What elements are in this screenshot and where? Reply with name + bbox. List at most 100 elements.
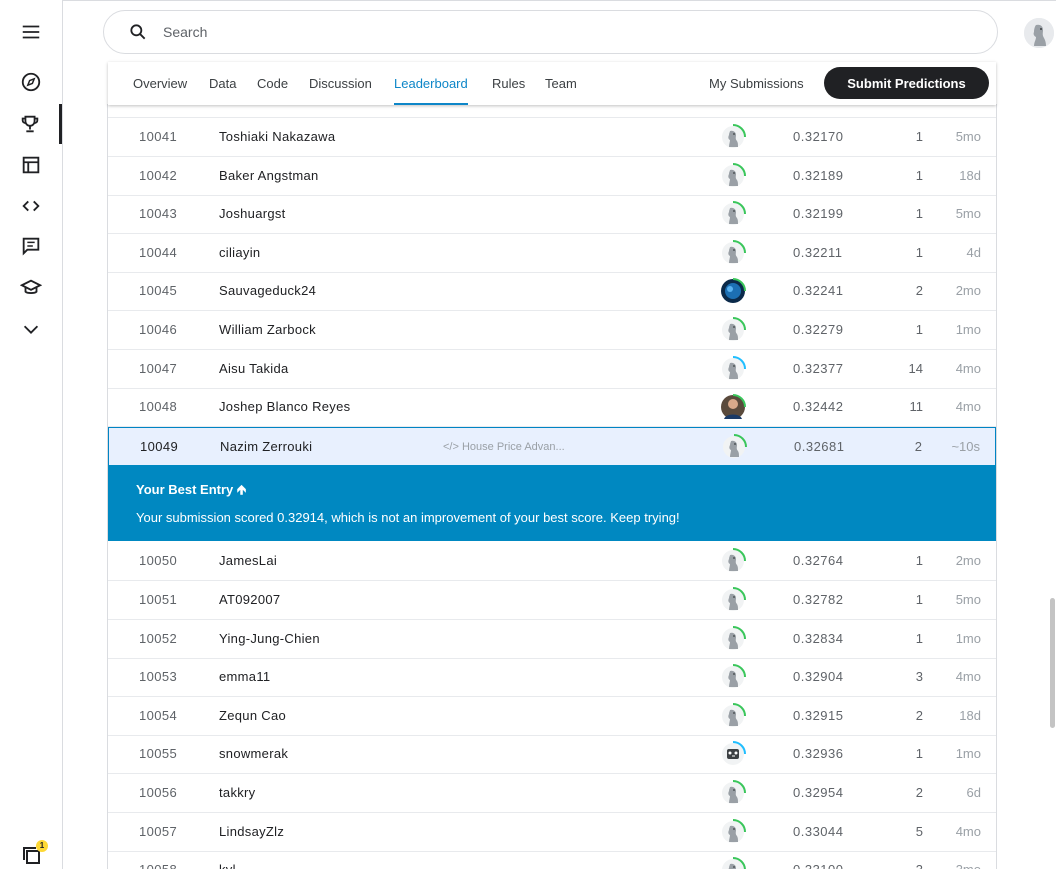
- chevron-down-icon[interactable]: [0, 309, 62, 349]
- table-row[interactable]: 10053 emma11 0.32904 3 4mo: [108, 658, 996, 698]
- best-entry-title-text: Your Best Entry: [136, 482, 234, 498]
- trophy-icon[interactable]: [0, 104, 62, 144]
- comment-icon[interactable]: [0, 226, 62, 266]
- table-row[interactable]: 10045 Sauvageduck24 0.32241 2 2mo: [108, 272, 996, 312]
- team-name[interactable]: William Zarbock: [219, 311, 316, 349]
- team-name[interactable]: Toshiaki Nakazawa: [219, 118, 335, 156]
- table-row[interactable]: 10046 William Zarbock 0.32279 1 1mo: [108, 311, 996, 350]
- team-member-avatar[interactable]: [719, 740, 747, 768]
- tab-code[interactable]: Code: [257, 62, 288, 105]
- team-last-submission: 4mo: [955, 823, 981, 839]
- team-name[interactable]: ciliayin: [219, 234, 260, 272]
- tab-data[interactable]: Data: [209, 62, 236, 105]
- team-member-avatar[interactable]: [719, 123, 747, 151]
- team-name[interactable]: Sauvageduck24: [219, 272, 316, 310]
- team-name[interactable]: LindsayZlz: [219, 813, 284, 851]
- team-member-avatar[interactable]: [719, 277, 747, 305]
- team-name[interactable]: kyl: [219, 851, 236, 869]
- team-name[interactable]: emma11: [219, 658, 270, 696]
- team-name[interactable]: JamesLai: [219, 542, 277, 580]
- team-member-avatar[interactable]: [719, 586, 747, 614]
- team-member-avatar[interactable]: [719, 316, 747, 344]
- table-row[interactable]: 10055 snowmerak 0.32936 1 1mo: [108, 735, 996, 775]
- team-entries: 1: [915, 630, 923, 646]
- table-row[interactable]: 10048 Joshep Blanco Reyes 0.32442 11 4mo: [108, 388, 996, 428]
- search-bar[interactable]: [103, 10, 998, 54]
- tab-overview[interactable]: Overview: [133, 62, 187, 105]
- team-rank: 10042: [139, 167, 178, 183]
- team-rank: 10058: [139, 851, 177, 869]
- team-member-avatar[interactable]: [719, 779, 747, 807]
- team-member-avatar[interactable]: [719, 818, 747, 846]
- notifications-icon[interactable]: 1: [20, 840, 48, 868]
- table-row[interactable]: 10041 Toshiaki Nakazawa 0.32170 1 5mo: [108, 118, 996, 157]
- table-row[interactable]: 10050 JamesLai 0.32764 1 2mo: [108, 542, 996, 582]
- notification-badge: 1: [36, 840, 48, 852]
- team-name[interactable]: Ying-Jung-Chien: [219, 620, 320, 658]
- team-name[interactable]: Joshuargst: [219, 195, 286, 233]
- table-row[interactable]: 10042 Baker Angstman 0.32189 1 18d: [108, 157, 996, 196]
- team-entries: 11: [909, 399, 924, 415]
- my-submissions-link[interactable]: My Submissions: [709, 62, 804, 105]
- table-row[interactable]: 10044 ciliayin 0.32211 1 4d: [108, 234, 996, 273]
- team-member-avatar[interactable]: [719, 625, 747, 653]
- team-name[interactable]: Nazim Zerrouki: [220, 428, 312, 466]
- team-score: 0.32904: [793, 669, 844, 685]
- table-row[interactable]: 10051 AT092007 0.32782 1 5mo: [108, 581, 996, 620]
- tab-team[interactable]: Team: [545, 62, 577, 105]
- school-icon[interactable]: [0, 268, 62, 308]
- table-row[interactable]: 10054 Zequn Cao 0.32915 2 18d: [108, 697, 996, 736]
- scrollbar-thumb[interactable]: [1050, 598, 1055, 728]
- kernel-link[interactable]: </> House Price Advan...: [443, 428, 565, 466]
- competition-tab-bar: Overview Data Code Discussion Leaderboar…: [108, 62, 996, 105]
- table-row[interactable]: 10057 LindsayZlz 0.33044 5 4mo: [108, 813, 996, 852]
- tab-leaderboard[interactable]: Leaderboard: [394, 62, 468, 105]
- team-rank: 10041: [139, 129, 178, 144]
- code-icon[interactable]: [0, 186, 62, 226]
- team-name[interactable]: Zequn Cao: [219, 697, 286, 735]
- team-score: 0.32377: [793, 360, 844, 376]
- submit-predictions-button[interactable]: Submit Predictions: [824, 67, 989, 99]
- team-member-avatar[interactable]: [719, 239, 747, 267]
- table-row[interactable]: 10043 Joshuargst 0.32199 1 5mo: [108, 195, 996, 235]
- menu-icon[interactable]: [0, 12, 62, 52]
- team-name[interactable]: takkry: [219, 774, 255, 812]
- tab-discussion[interactable]: Discussion: [309, 62, 372, 105]
- team-rank: 10045: [139, 283, 178, 299]
- team-member-avatar[interactable]: [719, 702, 747, 730]
- tab-rules[interactable]: Rules: [492, 62, 525, 105]
- team-last-submission: 4d: [966, 244, 981, 260]
- team-entries: 5: [915, 823, 923, 839]
- scrollbar-track[interactable]: [1048, 62, 1056, 869]
- team-score: 0.32199: [793, 206, 844, 222]
- team-member-avatar[interactable]: [719, 200, 747, 228]
- team-last-submission: 4mo: [955, 669, 981, 685]
- my-team-row[interactable]: 10049 Nazim Zerrouki 0.32681 2 ~10s </> House…: [108, 426, 996, 466]
- team-name[interactable]: Baker Angstman: [219, 157, 319, 195]
- team-member-avatar[interactable]: [719, 162, 747, 190]
- team-name[interactable]: Aisu Takida: [219, 350, 289, 388]
- team-member-avatar[interactable]: [719, 355, 747, 383]
- team-member-avatar[interactable]: [719, 663, 747, 691]
- table-row[interactable]: 10047 Aisu Takida 0.32377 14 4mo: [108, 350, 996, 389]
- team-member-avatar[interactable]: [719, 393, 747, 421]
- compass-icon[interactable]: [0, 62, 62, 102]
- team-member-avatar[interactable]: [719, 856, 747, 869]
- table-icon[interactable]: [0, 145, 62, 185]
- table-row[interactable]: 10056 takkry 0.32954 2 6d: [108, 774, 996, 813]
- team-name[interactable]: Joshep Blanco Reyes: [219, 388, 350, 426]
- team-member-avatar[interactable]: [720, 433, 748, 461]
- search-input[interactable]: [161, 23, 945, 41]
- team-last-submission: 3mo: [956, 851, 981, 869]
- table-row[interactable]: 10052 Ying-Jung-Chien 0.32834 1 1mo: [108, 620, 996, 659]
- table-row[interactable]: 10058 kyl 0.33100 3 3mo: [108, 851, 996, 869]
- team-last-submission: 1mo: [955, 630, 981, 646]
- top-divider: [0, 0, 1056, 1]
- team-rank: 10051: [139, 592, 178, 607]
- user-avatar[interactable]: [1024, 18, 1054, 48]
- left-nav-rail: 1: [0, 0, 63, 869]
- team-member-avatar[interactable]: [719, 547, 747, 575]
- team-name[interactable]: AT092007: [219, 581, 280, 619]
- team-score: 0.32954: [793, 785, 844, 800]
- team-name[interactable]: snowmerak: [219, 735, 288, 773]
